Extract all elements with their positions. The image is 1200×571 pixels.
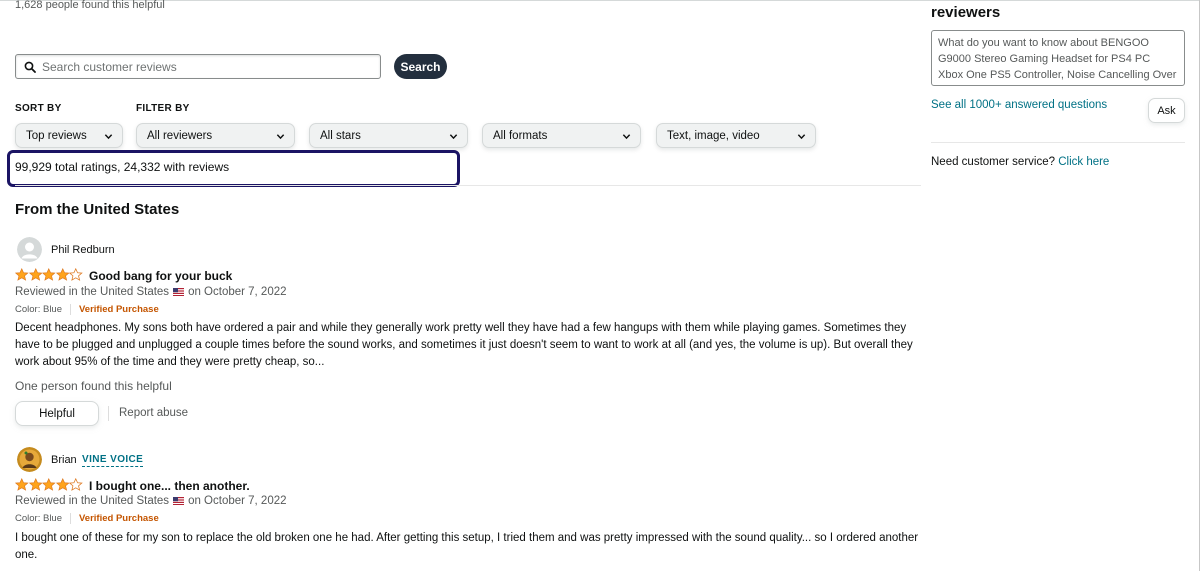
search-input[interactable] — [42, 59, 362, 74]
reviewer-name[interactable]: Phil Redburn — [51, 244, 115, 256]
chevron-down-icon — [104, 134, 113, 140]
review-meta: Color: Blue Verified Purchase — [15, 304, 159, 315]
report-abuse-link[interactable]: Report abuse — [119, 407, 188, 419]
star-full-icon — [42, 478, 56, 491]
meta-separator — [70, 513, 71, 524]
reviewed-in-text: Reviewed in the United States — [15, 495, 170, 507]
verified-purchase-badge: Verified Purchase — [79, 513, 159, 524]
ask-button[interactable]: Ask — [1148, 98, 1185, 123]
review-date: on October 7, 2022 — [188, 495, 287, 507]
customer-service: Need customer service? Click here — [931, 156, 1109, 168]
star-empty-icon — [69, 268, 83, 281]
search-field[interactable] — [15, 54, 381, 79]
stars-filter-value: All stars — [320, 129, 361, 142]
media-filter-value: Text, image, video — [667, 129, 760, 142]
color-variant: Color: Blue — [15, 304, 62, 315]
section-title: From the United States — [15, 201, 180, 218]
vine-voice-badge[interactable]: VINE VOICE — [82, 454, 144, 467]
star-empty-icon — [69, 478, 83, 491]
review-body: I bought one of these for my son to repl… — [15, 532, 919, 561]
reviewer-name[interactable]: Brian — [51, 454, 77, 466]
reviewed-in-text: Reviewed in the United States — [15, 286, 170, 298]
filter-by-label: FILTER BY — [136, 103, 190, 114]
verified-purchase-badge: Verified Purchase — [79, 304, 159, 315]
star-full-icon — [15, 268, 29, 281]
reviewers-filter-value: All reviewers — [147, 129, 213, 142]
formats-filter-dropdown[interactable]: All formats — [482, 123, 641, 148]
star-full-icon — [15, 478, 29, 491]
star-full-icon — [55, 478, 69, 491]
sidebar-heading: reviewers — [931, 4, 1001, 21]
sort-by-label: SORT BY — [15, 103, 62, 114]
review-title[interactable]: I bought one... then another. — [89, 479, 250, 493]
star-full-icon — [28, 478, 42, 491]
helpful-button[interactable]: Helpful — [15, 401, 99, 426]
helpful-count: One person found this helpful — [15, 379, 172, 393]
star-full-icon — [42, 268, 56, 281]
see-all-questions-link[interactable]: See all 1000+ answered questions — [931, 99, 1107, 111]
media-filter-dropdown[interactable]: Text, image, video — [656, 123, 816, 148]
formats-filter-value: All formats — [493, 129, 548, 142]
star-full-icon — [28, 268, 42, 281]
avatar[interactable] — [17, 447, 42, 472]
previous-helpful-count: 1,628 people found this helpful — [15, 0, 165, 11]
star-full-icon — [55, 268, 69, 281]
stars-filter-dropdown[interactable]: All stars — [309, 123, 468, 148]
review-meta: Color: Blue Verified Purchase — [15, 513, 159, 524]
review-date-line: Reviewed in the United States on October… — [15, 286, 287, 298]
review-date-line: Reviewed in the United States on October… — [15, 495, 287, 507]
star-rating[interactable] — [15, 268, 83, 281]
reviewers-filter-dropdown[interactable]: All reviewers — [136, 123, 295, 148]
sort-dropdown[interactable]: Top reviews — [15, 123, 123, 148]
color-variant: Color: Blue — [15, 513, 62, 524]
action-separator — [108, 406, 109, 421]
search-icon — [24, 61, 36, 73]
review-body: Decent headphones. My sons both have ord… — [15, 322, 913, 368]
sidebar-divider — [931, 142, 1185, 143]
search-button[interactable]: Search — [394, 54, 447, 79]
review-date: on October 7, 2022 — [188, 286, 287, 298]
chevron-down-icon — [622, 134, 631, 140]
customer-service-link[interactable]: Click here — [1058, 156, 1109, 168]
star-rating[interactable] — [15, 478, 83, 491]
us-flag-icon — [173, 288, 185, 296]
ratings-summary: 99,929 total ratings, 24,332 with review… — [15, 160, 230, 174]
chevron-down-icon — [449, 134, 458, 140]
customer-service-text: Need customer service? — [931, 156, 1055, 168]
us-flag-icon — [173, 497, 185, 505]
top-divider — [0, 0, 1200, 1]
sort-dropdown-value: Top reviews — [26, 129, 87, 142]
section-divider — [15, 185, 921, 186]
meta-separator — [70, 304, 71, 315]
chevron-down-icon — [276, 134, 285, 140]
avatar[interactable] — [17, 237, 42, 262]
question-input[interactable]: What do you want to know about BENGOO G9… — [931, 30, 1185, 86]
review-title[interactable]: Good bang for your buck — [89, 269, 232, 283]
chevron-down-icon — [797, 134, 806, 140]
